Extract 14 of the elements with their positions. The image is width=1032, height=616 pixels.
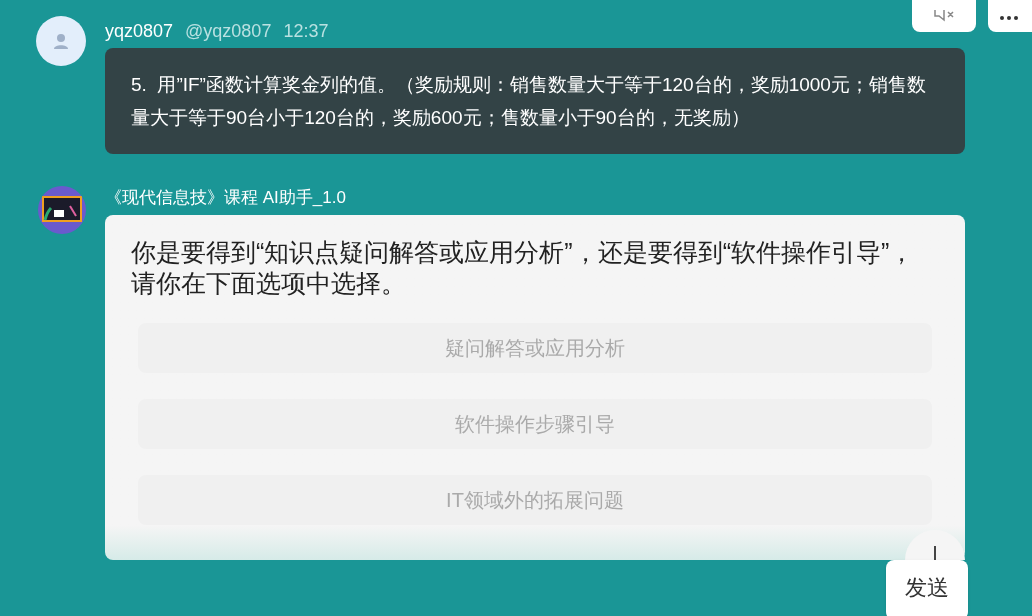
person-icon — [53, 33, 69, 49]
send-button[interactable]: 发送 — [886, 560, 968, 616]
user-message-text: 5. 用”IF”函数计算奖金列的值。（奖励规则：销售数量大于等于120台的，奖励1000元；销售数量大于等于90台小于120台的，奖励600元；售数量小于90台的，无奖励） — [131, 73, 927, 130]
bot-message-text: 你是要得到“知识点疑问解答或应用分析”，还是要得到“软件操作引导”，请你在下面选项中选择。 — [131, 237, 916, 299]
user-name: yqz0807 — [105, 20, 174, 43]
mute-button[interactable] — [912, 0, 976, 32]
bot-name: 《现代信息技》课程 AI助手_1.0 — [105, 187, 347, 209]
blackboard-icon — [42, 196, 82, 224]
user-handle: @yqz0807 — [185, 20, 272, 43]
more-icon — [1000, 16, 1020, 20]
option-button[interactable]: 软件操作步骤引导 — [138, 399, 932, 449]
option-button[interactable]: 疑问解答或应用分析 — [138, 323, 932, 373]
option-button[interactable]: IT领域外的拓展问题 — [138, 475, 932, 525]
message-time: 12:37 — [283, 20, 329, 43]
